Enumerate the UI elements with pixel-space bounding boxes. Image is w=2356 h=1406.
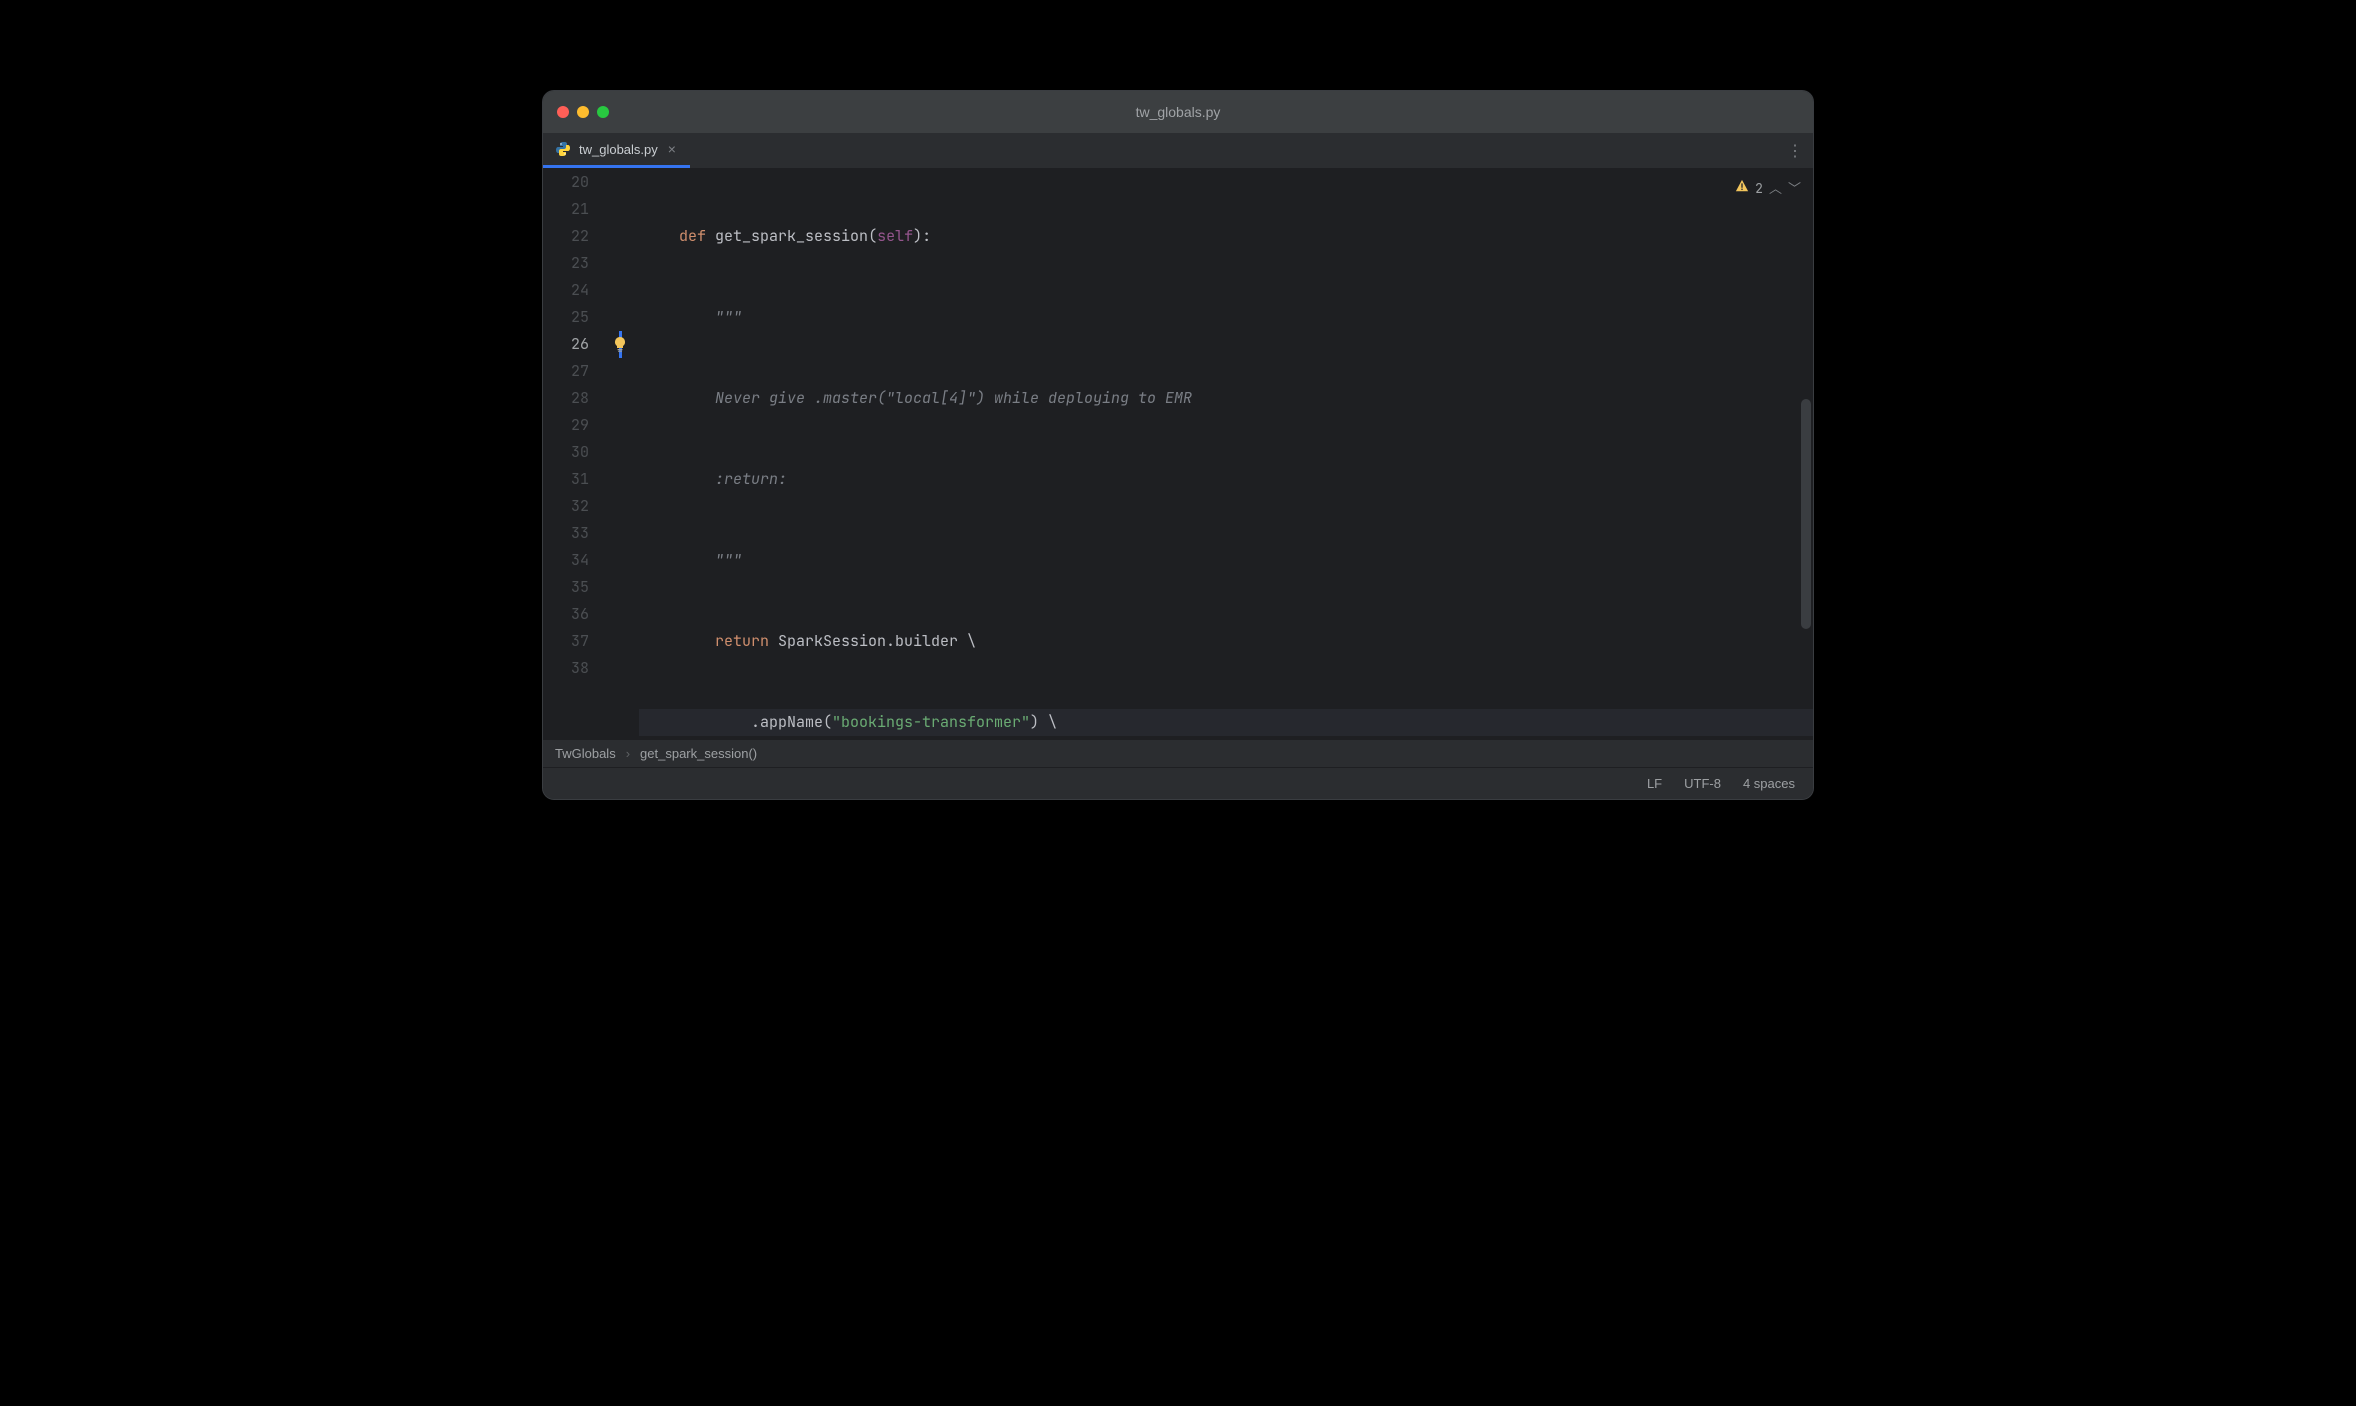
editor-window: tw_globals.py tw_globals.py × ⋮ 2 ︿ ﹀ 20… xyxy=(542,90,1814,800)
titlebar: tw_globals.py xyxy=(543,91,1813,133)
breadcrumb-bar: TwGlobals › get_spark_session() xyxy=(543,739,1813,767)
line-number[interactable]: 33 xyxy=(543,520,589,547)
status-encoding[interactable]: UTF-8 xyxy=(1684,776,1721,791)
breadcrumb-method[interactable]: get_spark_session() xyxy=(640,746,757,761)
line-number[interactable]: 38 xyxy=(543,655,589,682)
intention-bulb-icon[interactable] xyxy=(611,335,629,353)
next-highlight-icon[interactable]: ﹀ xyxy=(1788,175,1801,202)
line-number[interactable]: 28 xyxy=(543,385,589,412)
inspections-widget[interactable]: 2 ︿ ﹀ xyxy=(1735,175,1801,202)
tab-label: tw_globals.py xyxy=(579,142,658,157)
code-content[interactable]: def get_spark_session(self): """ Never g… xyxy=(639,169,1813,739)
breadcrumb-class[interactable]: TwGlobals xyxy=(555,746,616,761)
line-number[interactable]: 20 xyxy=(543,169,589,196)
status-line-separator[interactable]: LF xyxy=(1647,776,1662,791)
window-maximize-button[interactable] xyxy=(597,106,609,118)
window-close-button[interactable] xyxy=(557,106,569,118)
python-file-icon xyxy=(555,141,571,157)
tab-close-icon[interactable]: × xyxy=(666,141,678,157)
line-number[interactable]: 25 xyxy=(543,304,589,331)
warning-count: 2 xyxy=(1755,175,1763,202)
line-number[interactable]: 35 xyxy=(543,574,589,601)
line-number[interactable]: 27 xyxy=(543,358,589,385)
gutter-icons xyxy=(611,169,639,739)
line-number[interactable]: 32 xyxy=(543,493,589,520)
vertical-scrollbar[interactable] xyxy=(1801,399,1811,629)
prev-highlight-icon[interactable]: ︿ xyxy=(1769,175,1782,202)
line-number[interactable]: 30 xyxy=(543,439,589,466)
tab-tw-globals[interactable]: tw_globals.py × xyxy=(543,133,690,168)
line-number[interactable]: 24 xyxy=(543,277,589,304)
status-indent[interactable]: 4 spaces xyxy=(1743,776,1795,791)
status-bar: LF UTF-8 4 spaces xyxy=(543,767,1813,799)
breadcrumb-separator-icon: › xyxy=(626,746,630,761)
tab-overflow-menu[interactable]: ⋮ xyxy=(1787,133,1803,168)
editor-area[interactable]: 2 ︿ ﹀ 20 21 22 23 24 25 26 27 28 29 30 3… xyxy=(543,169,1813,739)
warning-icon xyxy=(1735,175,1749,202)
window-minimize-button[interactable] xyxy=(577,106,589,118)
line-number[interactable]: 31 xyxy=(543,466,589,493)
line-number[interactable]: 29 xyxy=(543,412,589,439)
line-number-gutter[interactable]: 20 21 22 23 24 25 26 27 28 29 30 31 32 3… xyxy=(543,169,611,739)
traffic-lights xyxy=(557,106,609,118)
line-number[interactable]: 22 xyxy=(543,223,589,250)
tab-bar: tw_globals.py × ⋮ xyxy=(543,133,1813,169)
line-number[interactable]: 21 xyxy=(543,196,589,223)
line-number[interactable]: 23 xyxy=(543,250,589,277)
window-title: tw_globals.py xyxy=(543,104,1813,120)
line-number-current[interactable]: 26 xyxy=(543,331,589,358)
line-number[interactable]: 36 xyxy=(543,601,589,628)
line-number[interactable]: 34 xyxy=(543,547,589,574)
line-number[interactable]: 37 xyxy=(543,628,589,655)
